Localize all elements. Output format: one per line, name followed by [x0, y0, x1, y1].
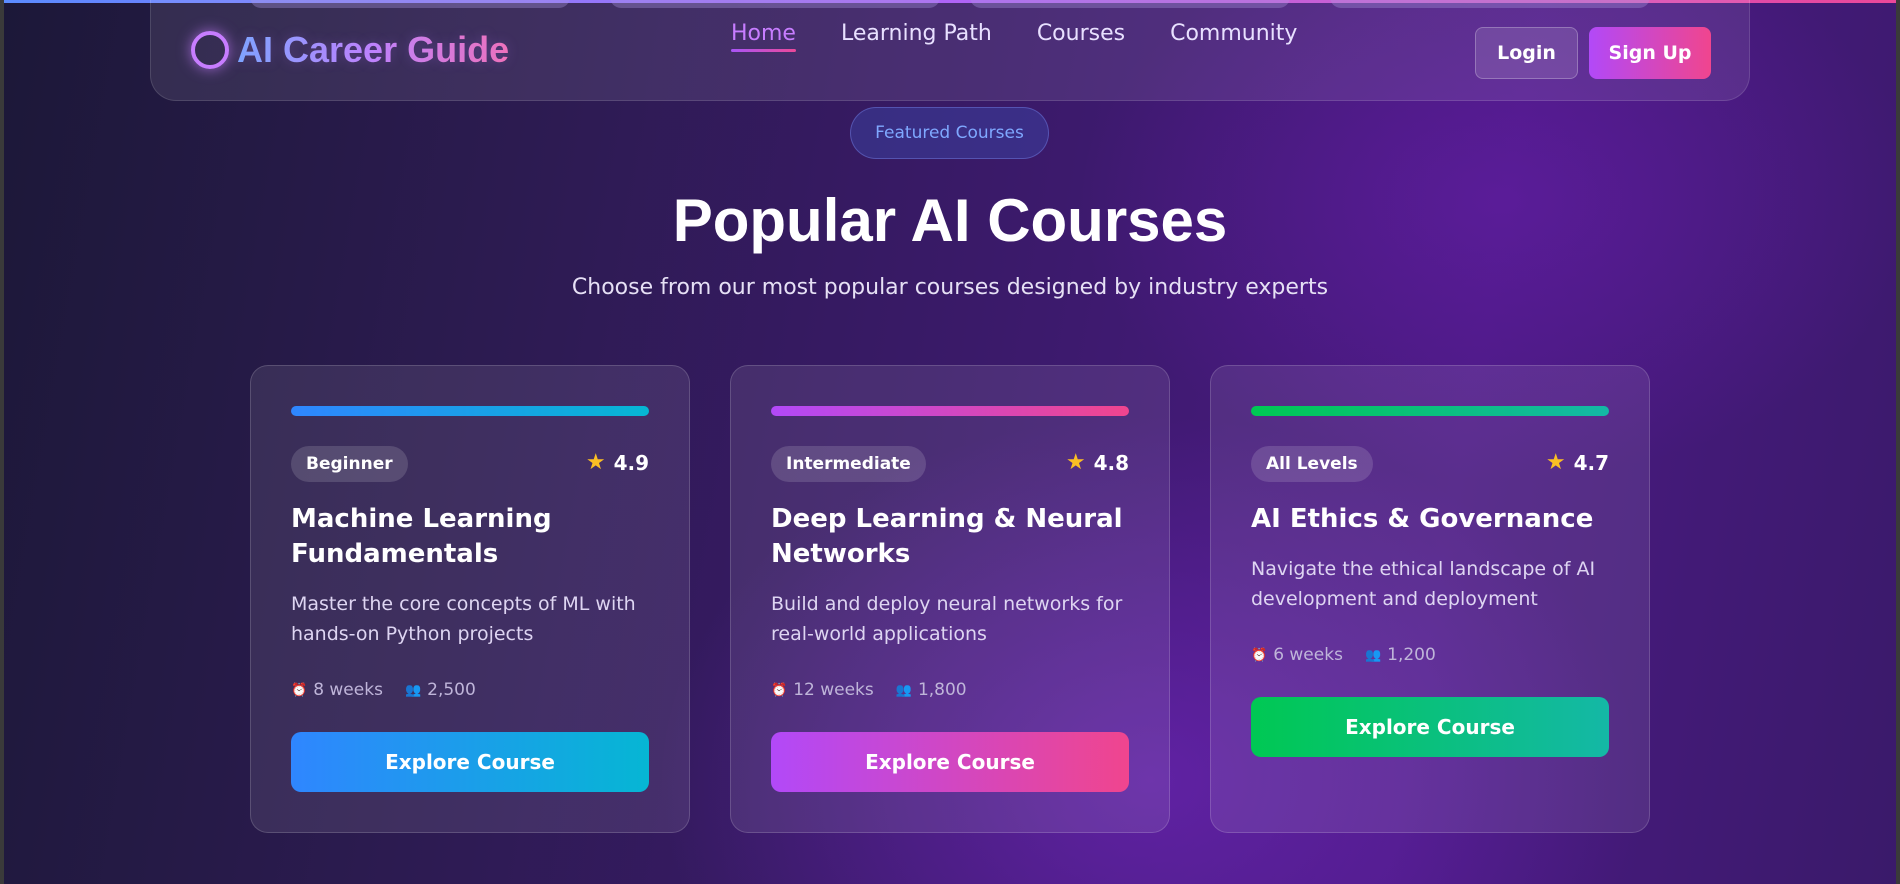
people-icon: 👥: [895, 682, 912, 698]
star-icon: ★: [1545, 450, 1566, 475]
course-title: Deep Learning & Neural Networks: [771, 504, 1123, 569]
window-frame-right: [1896, 0, 1900, 884]
course-meta: ⏰ 6 weeks 👥 1,200: [1251, 645, 1436, 665]
duration-value: 6 weeks: [1273, 645, 1343, 665]
people-icon: 👥: [1364, 647, 1382, 663]
students: 👥 1,200: [1365, 645, 1436, 665]
clock-icon: ⏰: [1251, 647, 1268, 663]
rating-value: 4.9: [613, 450, 649, 475]
course-meta: ⏰ 8 weeks 👥 2,500: [291, 680, 476, 700]
clock-icon: ⏰: [291, 682, 308, 698]
course-meta: ⏰ 12 weeks 👥 1,800: [771, 680, 967, 700]
nav-home[interactable]: Home: [731, 21, 796, 52]
section-badge: Featured Courses: [850, 107, 1049, 159]
rating-value: 4.7: [1573, 450, 1609, 475]
rating: ★ 4.7: [1546, 450, 1609, 475]
window-frame-left: [0, 0, 4, 884]
duration: ⏰ 12 weeks: [771, 680, 874, 700]
duration: ⏰ 6 weeks: [1251, 645, 1343, 665]
card-accent-bar: [771, 406, 1129, 416]
course-description: Navigate the ethical landscape of AI dev…: [1251, 558, 1596, 610]
duration-value: 12 weeks: [793, 680, 874, 700]
logo-ring-icon: [191, 31, 229, 69]
course-title: Machine Learning Fundamentals: [291, 504, 552, 569]
students-value: 1,800: [917, 680, 967, 700]
course-card: Beginner ★ 4.9 Machine Learning Fundamen…: [250, 365, 690, 833]
course-title: AI Ethics & Governance: [1251, 504, 1594, 534]
course-card: Intermediate ★ 4.8 Deep Learning & Neura…: [730, 365, 1170, 833]
section-title: Popular AI Courses: [672, 187, 1228, 254]
nav-learning-path[interactable]: Learning Path: [841, 21, 992, 52]
logo-text: AI Career Guide: [237, 29, 510, 70]
signup-button[interactable]: Sign Up: [1589, 27, 1711, 79]
card-accent-bar: [291, 406, 649, 416]
rating: ★ 4.9: [586, 450, 649, 475]
duration: ⏰ 8 weeks: [291, 680, 383, 700]
course-description: Master the core concepts of ML with hand…: [291, 593, 636, 645]
star-icon: ★: [1065, 450, 1086, 475]
rating-value: 4.8: [1093, 450, 1129, 475]
course-card: All Levels ★ 4.7 AI Ethics & Governance …: [1210, 365, 1650, 833]
level-badge: Beginner: [291, 446, 408, 482]
explore-course-button[interactable]: Explore Course: [291, 732, 649, 792]
main-nav: Home Learning Path Courses Community: [731, 21, 1297, 52]
section-subtitle: Choose from our most popular courses des…: [571, 275, 1329, 300]
students-value: 1,200: [1387, 645, 1436, 665]
site-header: AI Career Guide Home Learning Path Cours…: [150, 0, 1750, 101]
rating: ★ 4.8: [1066, 450, 1129, 475]
level-badge: Intermediate: [771, 446, 926, 482]
people-icon: 👥: [404, 682, 422, 698]
course-description: Build and deploy neural networks for rea…: [771, 593, 1123, 645]
duration-value: 8 weeks: [313, 680, 383, 700]
nav-courses[interactable]: Courses: [1037, 21, 1125, 52]
clock-icon: ⏰: [771, 682, 788, 698]
students: 👥 2,500: [405, 680, 476, 700]
level-badge: All Levels: [1251, 446, 1373, 482]
nav-community[interactable]: Community: [1170, 21, 1297, 52]
star-icon: ★: [585, 450, 606, 475]
students: 👥 1,800: [896, 680, 967, 700]
logo[interactable]: AI Career Guide: [191, 29, 509, 71]
explore-course-button[interactable]: Explore Course: [771, 732, 1129, 792]
card-accent-bar: [1251, 406, 1609, 416]
explore-course-button[interactable]: Explore Course: [1251, 697, 1609, 757]
students-value: 2,500: [427, 680, 476, 700]
login-button[interactable]: Login: [1475, 27, 1578, 79]
